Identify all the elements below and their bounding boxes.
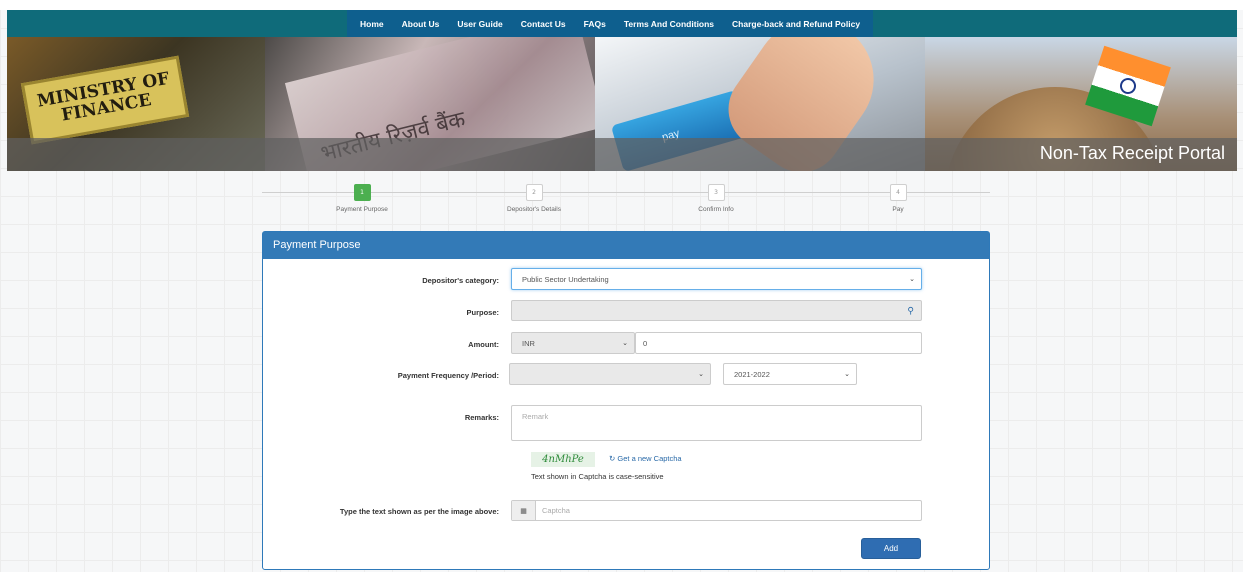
nav-links: Home About Us User Guide Contact Us FAQs… [347, 10, 874, 37]
nav-user-guide[interactable]: User Guide [448, 19, 511, 29]
step-number: 4 [889, 184, 907, 201]
top-strip [0, 0, 1243, 10]
amount-input[interactable]: 0 [635, 332, 922, 354]
nav-contact-us[interactable]: Contact Us [512, 19, 575, 29]
currency-select[interactable]: INR ⌄ [511, 332, 635, 354]
keyboard-icon: ▦ [512, 501, 536, 520]
ministry-sign: MINISTRY OF FINANCE [20, 55, 190, 145]
step-number: 2 [525, 184, 543, 201]
nav-home[interactable]: Home [351, 19, 393, 29]
step-label: Payment Purpose [336, 206, 388, 213]
chevron-down-icon: ⌄ [844, 371, 850, 378]
captcha-image: 4nMhPe [531, 452, 595, 467]
step-payment-purpose: 1 Payment Purpose [297, 184, 427, 213]
depositor-category-label: Depositor's category: [422, 276, 499, 285]
nav-about-us[interactable]: About Us [393, 19, 449, 29]
portal-title: Non-Tax Receipt Portal [1039, 143, 1225, 163]
captcha-input[interactable]: ▦ Captcha [511, 500, 922, 521]
top-navbar: Home About Us User Guide Contact Us FAQs… [7, 10, 1237, 37]
nav-terms[interactable]: Terms And Conditions [615, 19, 723, 29]
step-label: Depositor's Details [507, 206, 561, 213]
step-confirm-info: 3 Confirm Info [651, 184, 781, 213]
card-title: Payment Purpose [263, 232, 989, 259]
step-number: 3 [707, 184, 725, 201]
step-pay: 4 Pay [833, 184, 963, 213]
header-banner: MINISTRY OF FINANCE भारतीय रिज़र्व बैंक … [7, 37, 1237, 171]
search-icon[interactable]: ⚲ [907, 305, 914, 316]
period-select[interactable]: 2021-2022 ⌄ [723, 363, 857, 385]
purpose-field[interactable]: ⚲ [511, 300, 922, 321]
captcha-input-label: Type the text shown as per the image abo… [339, 507, 499, 516]
refresh-icon: ↻ [609, 454, 616, 463]
chevron-down-icon: ⌄ [909, 276, 915, 283]
step-label: Pay [892, 206, 904, 213]
step-label: Confirm Info [698, 206, 734, 213]
refresh-captcha-link[interactable]: ↻ Get a new Captcha [609, 454, 682, 463]
amount-label: Amount: [468, 340, 499, 349]
nav-faqs[interactable]: FAQs [575, 19, 615, 29]
chevron-down-icon: ⌄ [622, 340, 628, 347]
chevron-down-icon: ⌄ [698, 371, 704, 378]
purpose-label: Purpose: [466, 308, 499, 317]
payment-frequency-label: Payment Frequency /Period: [397, 371, 499, 380]
progress-stepper: 1 Payment Purpose 2 Depositor's Details … [262, 184, 990, 224]
nav-refund-policy[interactable]: Charge-back and Refund Policy [723, 19, 869, 29]
captcha-note: Text shown in Captcha is case-sensitive [531, 472, 664, 481]
step-number: 1 [353, 184, 371, 201]
step-depositor-details: 2 Depositor's Details [469, 184, 599, 213]
remarks-label: Remarks: [464, 413, 499, 422]
depositor-category-select[interactable]: Public Sector Undertaking ⌄ [511, 268, 922, 290]
remarks-textarea[interactable]: Remark [511, 405, 922, 441]
payment-purpose-card: Payment Purpose Depositor's category: Pu… [262, 231, 990, 570]
payment-frequency-select[interactable]: ⌄ [509, 363, 711, 385]
add-button[interactable]: Add [861, 538, 921, 559]
